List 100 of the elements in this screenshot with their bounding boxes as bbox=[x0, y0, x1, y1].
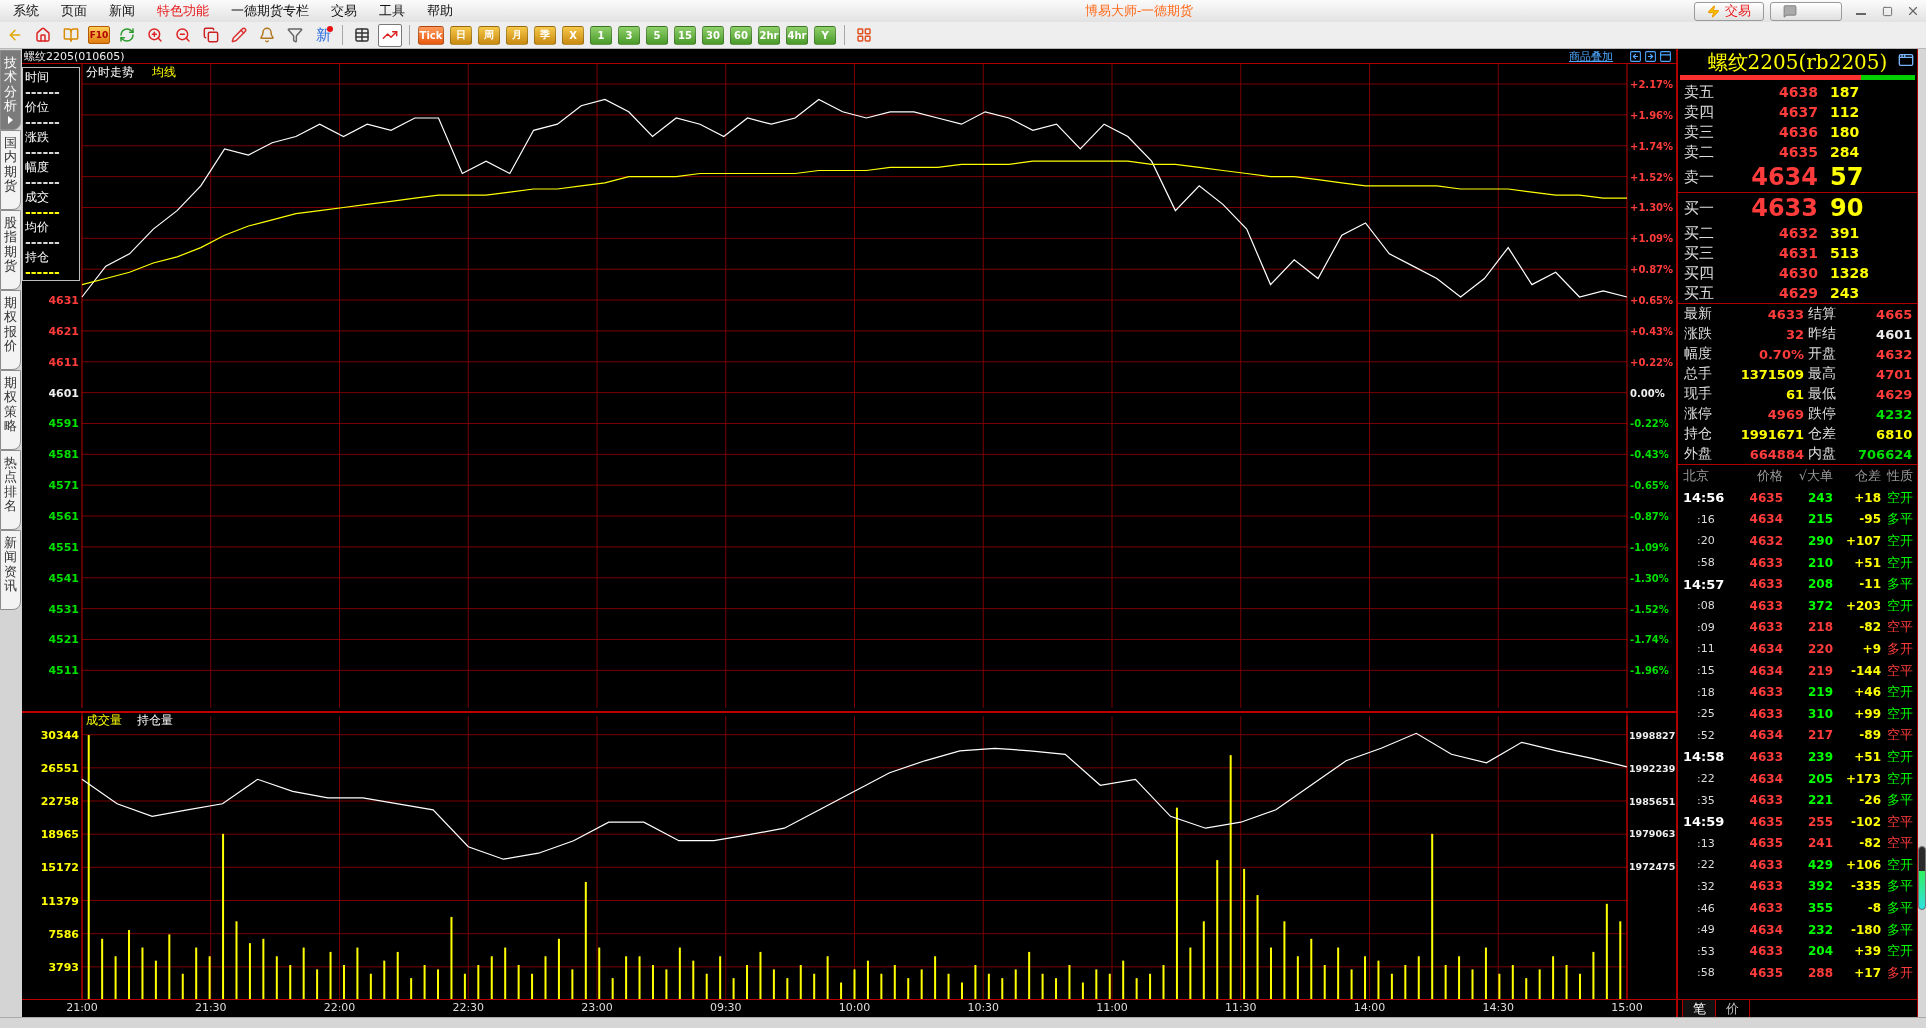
volume-bar bbox=[665, 969, 668, 1000]
period-button[interactable]: 1 bbox=[590, 25, 612, 45]
trade-volume: 239 bbox=[1806, 749, 1833, 764]
trade-price: 4633 bbox=[1748, 749, 1783, 764]
trade-price: 4634 bbox=[1748, 641, 1783, 656]
period-button[interactable]: 日 bbox=[450, 25, 472, 45]
period-button[interactable]: 5 bbox=[646, 25, 668, 45]
period-button[interactable]: 月 bbox=[506, 25, 528, 45]
menu-item[interactable]: 交易 bbox=[320, 1, 368, 21]
trade-type: 空平 bbox=[1886, 834, 1914, 853]
legend-value: ------ bbox=[25, 85, 61, 100]
menu-item[interactable]: 系统 bbox=[2, 1, 50, 21]
menu-item[interactable]: 工具 bbox=[368, 1, 416, 21]
trade-time: :13 bbox=[1696, 836, 1716, 850]
open-interest-change: +107 bbox=[1844, 534, 1881, 548]
side-tab[interactable]: 技术分析 bbox=[0, 50, 21, 130]
legend-value: ------ bbox=[25, 265, 61, 280]
axis-label: 7586 bbox=[48, 927, 79, 941]
maximize-button[interactable] bbox=[1898, 52, 1914, 68]
trade-volume: 255 bbox=[1806, 814, 1833, 829]
period-button[interactable]: 60 bbox=[730, 25, 752, 45]
trade-time: 14:59 bbox=[1683, 814, 1726, 830]
side-tab[interactable]: 新闻资讯 bbox=[0, 530, 21, 610]
trade-time: :11 bbox=[1696, 642, 1716, 656]
toolbar-button[interactable] bbox=[378, 23, 402, 47]
stat-label: 最新 bbox=[1684, 305, 1713, 323]
axis-label: 30344 bbox=[40, 728, 79, 742]
volume-bar bbox=[1377, 960, 1380, 1000]
menu-item[interactable]: 特色功能 bbox=[146, 1, 220, 21]
stat-label: 昨结 bbox=[1808, 325, 1837, 343]
column-header: √大单 bbox=[1797, 467, 1833, 485]
scrollbar[interactable] bbox=[1918, 49, 1926, 1017]
menu-item[interactable]: 新闻 bbox=[98, 1, 146, 21]
volume-bar bbox=[1525, 978, 1528, 1000]
menu-item[interactable]: 页面 bbox=[50, 1, 98, 21]
period-button[interactable]: 15 bbox=[674, 25, 696, 45]
news-button[interactable]: 新 bbox=[311, 23, 335, 47]
volume-bar bbox=[1511, 965, 1514, 1000]
axis-label: 1979063 bbox=[1629, 828, 1676, 840]
axis-label: 4581 bbox=[48, 448, 79, 462]
book-label: 卖二 bbox=[1684, 142, 1715, 162]
side-tab[interactable]: 期权报价 bbox=[0, 290, 21, 370]
trade-type: 空开 bbox=[1886, 488, 1914, 507]
level-meter[interactable] bbox=[1918, 846, 1926, 910]
volume-bar bbox=[1417, 956, 1420, 1000]
trade-button[interactable]: 交易 bbox=[1694, 1, 1764, 21]
volume-bar bbox=[1149, 973, 1152, 1000]
book-volume: 513 bbox=[1830, 245, 1861, 261]
panel-icon[interactable] bbox=[1659, 49, 1672, 63]
volume-bar bbox=[692, 960, 695, 1000]
axis-label: 1985651 bbox=[1629, 795, 1676, 807]
stat-label: 外盘 bbox=[1684, 445, 1713, 463]
period-button[interactable]: Tick bbox=[418, 25, 444, 45]
menu-item[interactable]: 帮助 bbox=[416, 1, 464, 21]
volume-bar bbox=[275, 956, 278, 1000]
side-tab[interactable]: 国内期货 bbox=[0, 130, 21, 210]
stat-value: 664884 bbox=[1748, 446, 1804, 462]
trade-price: 4633 bbox=[1748, 879, 1783, 894]
back-icon bbox=[7, 27, 23, 43]
legend-label: 幅度 bbox=[25, 160, 50, 175]
overlay-link[interactable]: 商品叠加 bbox=[1569, 48, 1613, 64]
trade-volume: 392 bbox=[1806, 879, 1833, 894]
period-button[interactable]: 4hr bbox=[786, 25, 808, 45]
legend-label: 成交 bbox=[25, 190, 50, 205]
volume-bar bbox=[289, 965, 292, 1000]
trade-type: 空开 bbox=[1886, 855, 1914, 874]
axis-label: -0.65% bbox=[1630, 480, 1669, 492]
trade-time: :25 bbox=[1696, 707, 1716, 721]
volume-bar bbox=[1095, 969, 1098, 1000]
period-button[interactable]: Y bbox=[814, 25, 836, 45]
list-tab[interactable]: 笔 bbox=[1682, 1000, 1716, 1017]
axis-label: 1992239 bbox=[1629, 762, 1676, 774]
side-tab[interactable]: 期权策略 bbox=[0, 370, 21, 450]
side-tab[interactable]: 股指期货 bbox=[0, 210, 21, 290]
axis-label: 4601 bbox=[48, 386, 79, 400]
menu-item[interactable]: 一德期货专栏 bbox=[220, 1, 320, 21]
volume-bar bbox=[168, 934, 171, 1000]
trade-time: :58 bbox=[1696, 966, 1716, 980]
f10-button[interactable]: F10 bbox=[88, 26, 110, 44]
column-header: 价格 bbox=[1756, 467, 1783, 485]
trade-type: 空开 bbox=[1886, 769, 1914, 788]
volume-bar bbox=[1162, 965, 1165, 1000]
trade-volume: 219 bbox=[1806, 663, 1833, 678]
volume-bar bbox=[248, 943, 251, 1000]
time-label: 14:00 bbox=[1353, 1001, 1386, 1014]
period-button[interactable]: 3 bbox=[618, 25, 640, 45]
chat-button[interactable] bbox=[1770, 1, 1842, 21]
side-tab[interactable]: 热点排名 bbox=[0, 450, 21, 530]
legend-label: 价位 bbox=[25, 100, 50, 115]
trade-price: 4633 bbox=[1748, 620, 1783, 635]
arrow-icon bbox=[8, 116, 13, 125]
volume-bar bbox=[719, 956, 722, 1000]
trade-price: 4635 bbox=[1748, 836, 1783, 851]
period-button[interactable]: 30 bbox=[702, 25, 724, 45]
trade-price: 4633 bbox=[1748, 685, 1783, 700]
trade-type: 多平 bbox=[1886, 510, 1914, 529]
trade-time: :08 bbox=[1696, 599, 1716, 613]
series-label: 均线 bbox=[152, 65, 176, 79]
open-interest-change: +9 bbox=[1861, 641, 1881, 656]
period-button[interactable]: 2hr bbox=[758, 25, 780, 45]
